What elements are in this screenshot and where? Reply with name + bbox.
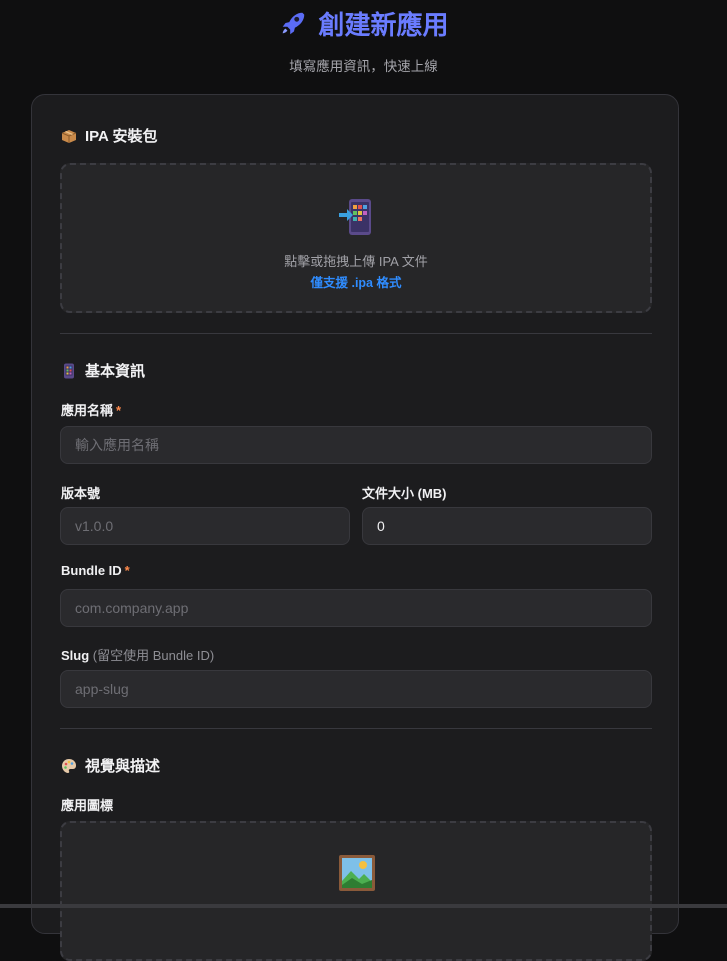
version-label: 版本號 [61, 486, 101, 501]
window-bottom-edge [0, 904, 727, 908]
ipa-upload-dropzone[interactable]: 點擊或拖拽上傳 IPA 文件 僅支援 .ipa 格式 [60, 163, 652, 313]
visual-section-title: 視覺與描述 [61, 755, 160, 776]
ipa-section-label: IPA 安裝包 [85, 128, 158, 145]
section-divider [60, 728, 652, 729]
page-subtitle: 填寫應用資訊，快速上線 [289, 59, 438, 74]
slug-hint: (留空使用 Bundle ID) [92, 648, 215, 663]
basic-section-label: 基本資訊 [85, 363, 146, 380]
section-divider [60, 333, 652, 334]
app-name-label-text: 應用名稱 [61, 403, 114, 418]
rocket-icon [283, 12, 305, 35]
app-import-icon [339, 199, 371, 235]
required-marker: * [116, 403, 122, 418]
phone-icon [64, 363, 74, 378]
ipa-section-title: IPA 安裝包 [61, 125, 158, 146]
app-icon-label: 應用圖標 [61, 798, 114, 813]
basic-section-title: 基本資訊 [61, 360, 145, 381]
page-header: 創建新應用 填寫應用資訊，快速上線 [0, 0, 727, 75]
slug-label-text: Slug [61, 648, 90, 663]
page-title: 創建新應用 [318, 9, 449, 40]
slug-label: Slug (留空使用 Bundle ID) [61, 645, 214, 664]
file-size-input[interactable] [362, 507, 652, 545]
slug-input[interactable] [60, 670, 652, 708]
package-icon [61, 129, 77, 143]
picture-icon [339, 855, 375, 891]
bundle-id-input[interactable] [60, 589, 652, 627]
file-size-label: 文件大小 (MB) [362, 486, 447, 501]
app-name-label: 應用名稱 * [61, 400, 121, 419]
app-icon-dropzone[interactable] [60, 821, 652, 961]
visual-section-label: 視覺與描述 [85, 758, 161, 775]
version-input[interactable] [60, 507, 350, 545]
bundle-id-label-text: Bundle ID [61, 563, 122, 578]
bundle-id-label: Bundle ID * [61, 563, 130, 578]
ipa-dropzone-text: 點擊或拖拽上傳 IPA 文件 [284, 254, 428, 269]
create-app-form: IPA 安裝包 點擊或拖拽上傳 IPA 文件 僅支援 .ipa 格式 基本資訊 … [31, 94, 679, 961]
app-name-input[interactable] [60, 426, 652, 464]
page-title-row: 創建新應用 [0, 6, 727, 40]
ipa-format-hint: 僅支援 .ipa 格式 [310, 276, 402, 290]
palette-icon [62, 758, 76, 773]
required-marker: * [124, 563, 130, 578]
